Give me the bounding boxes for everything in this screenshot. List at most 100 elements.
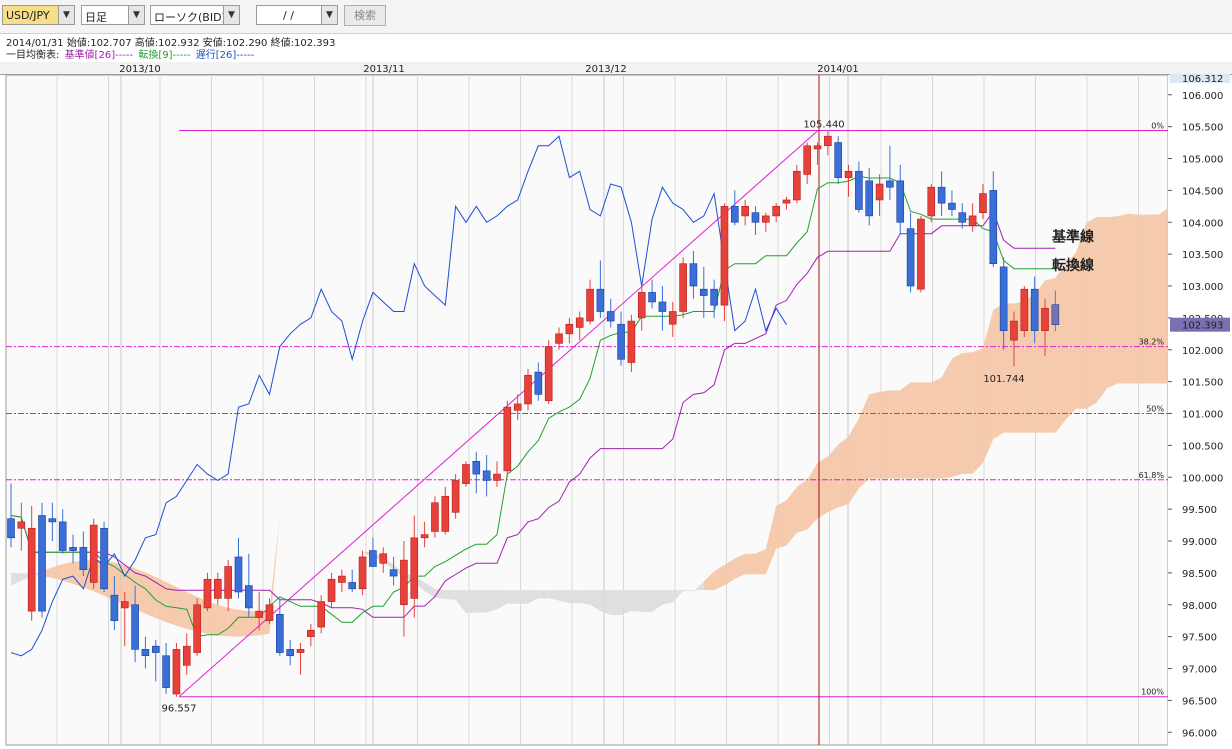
y-tick-label: 99.500: [1182, 505, 1217, 516]
candle-body: [151, 645, 160, 653]
cloud-segment: [745, 553, 756, 575]
candle-body: [79, 547, 88, 570]
cloud-segment: [796, 479, 808, 533]
cloud-segment: [238, 609, 249, 637]
cloud-segment: [879, 390, 890, 479]
candle-body: [348, 582, 357, 590]
cloud-segment: [972, 348, 983, 474]
candle-body: [555, 333, 563, 344]
candle-body: [431, 502, 439, 532]
cloud-segment: [62, 561, 74, 584]
candle-body: [844, 170, 853, 178]
cloud-segment: [621, 590, 632, 616]
candle-body: [110, 594, 119, 621]
candle-body: [803, 145, 811, 175]
candle-body: [999, 266, 1008, 331]
recent-low-annotation: 101.744: [983, 374, 1024, 385]
candle-body: [234, 556, 243, 593]
fibonacci-label: 61.8%: [1139, 471, 1165, 480]
low-annotation: 96.557: [162, 704, 197, 715]
cloud-segment: [951, 352, 963, 478]
candle-body: [89, 524, 98, 583]
cloud-segment: [662, 590, 673, 605]
cloud-segment: [1076, 223, 1087, 409]
cloud-segment: [631, 590, 642, 612]
candle-body: [896, 180, 905, 223]
y-tick-label: 101.500: [1182, 378, 1223, 389]
candle-body: [699, 288, 708, 296]
fibonacci-label: 50%: [1146, 405, 1164, 414]
y-tick-label: 98.000: [1182, 601, 1217, 612]
candle-body: [472, 461, 481, 475]
y-tick-label: 103.000: [1182, 282, 1223, 293]
tenkan-label: 転換線: [1052, 257, 1094, 274]
candle-body: [741, 206, 749, 217]
candle-body: [679, 263, 687, 312]
candle-body: [513, 403, 522, 411]
candle-body: [1010, 320, 1018, 341]
candle-body: [834, 142, 843, 178]
candle-body: [958, 212, 967, 223]
candle-body: [772, 206, 780, 217]
y-tick-label: 100.000: [1182, 473, 1223, 484]
cloud-segment: [1065, 252, 1077, 420]
y-tick-label: 103.500: [1182, 250, 1223, 261]
candle-body: [369, 550, 377, 567]
candle-body: [276, 614, 284, 653]
candle-body: [317, 601, 326, 628]
cloud-segment: [476, 590, 487, 613]
cloud-segment: [869, 391, 880, 479]
candle-body: [906, 228, 915, 287]
candle-body: [286, 649, 294, 657]
candle-body: [451, 480, 460, 513]
candle-body: [524, 374, 532, 405]
price-chart[interactable]: 2013/10 2013/11 2013/12 2014/01 106.000 105.5…: [0, 0, 1232, 749]
cloud-segment: [1086, 217, 1097, 409]
candle-body: [224, 566, 232, 599]
candle-body: [338, 575, 346, 583]
y-tick-label: 102.000: [1182, 346, 1223, 357]
candle-body: [182, 645, 191, 666]
cloud-segment: [1127, 213, 1139, 384]
y-tick-label: 99.000: [1182, 537, 1217, 548]
candle-body: [793, 170, 801, 201]
candle-body: [1041, 308, 1049, 331]
y-tick-label: 98.500: [1182, 569, 1217, 580]
y-tick-label: 100.500: [1182, 441, 1223, 452]
candle-body: [441, 496, 450, 532]
y-tick-label: 97.500: [1182, 633, 1217, 644]
y-top-label: 106.312: [1182, 74, 1223, 85]
candle-body: [214, 578, 222, 599]
x-tick-label: 2013/10: [119, 64, 161, 75]
candle-body: [668, 311, 677, 325]
current-price-label: 102.393: [1182, 321, 1223, 332]
candle-body: [131, 604, 139, 650]
candle-body: [824, 135, 832, 147]
candle-body: [1020, 288, 1029, 331]
candle-body: [544, 346, 553, 402]
candle-body: [782, 199, 791, 204]
candle-body: [1051, 304, 1060, 326]
candle-body: [358, 556, 367, 590]
cloud-segment: [931, 377, 942, 479]
cloud-segment: [1096, 217, 1108, 403]
candle-body: [48, 518, 57, 523]
candle-body: [493, 473, 501, 481]
candle-body: [265, 604, 274, 621]
cloud-segment: [507, 590, 518, 604]
candle-body: [875, 183, 884, 201]
candle-body: [596, 288, 605, 312]
y-tick-label: 104.000: [1182, 218, 1223, 229]
candle-body: [482, 470, 491, 481]
candle-body: [730, 206, 739, 223]
y-tick-label: 101.000: [1182, 410, 1223, 421]
candle-body: [565, 323, 574, 335]
y-tick-label: 105.500: [1182, 123, 1223, 134]
candle-body: [865, 180, 874, 217]
cloud-segment: [962, 352, 973, 474]
high-annotation: 105.440: [803, 119, 844, 130]
cloud-segment: [941, 358, 952, 479]
candle-body: [813, 145, 822, 150]
y-tick-label: 106.000: [1182, 91, 1223, 102]
cloud-segment: [569, 590, 580, 604]
